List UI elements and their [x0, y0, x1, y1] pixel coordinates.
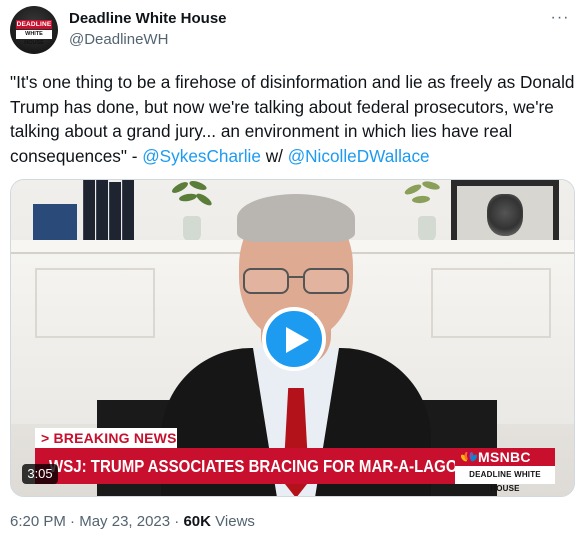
video-scene-object: [33, 204, 77, 242]
network-name: MSNBC: [478, 449, 531, 465]
tweet-header: DEADLINE WHITE HOUSE Deadline White Hous…: [8, 6, 575, 56]
breaking-news-label: > BREAKING NEWS: [41, 430, 177, 446]
video-duration: 3:05: [22, 464, 58, 484]
tweet-time[interactable]: 6:20 PM: [10, 513, 66, 530]
mention-nicolledwallace[interactable]: @NicolleDWallace: [288, 146, 430, 166]
views-label: Views: [211, 513, 255, 530]
author-display-name[interactable]: Deadline White House: [69, 10, 227, 28]
mention-sykescharlie[interactable]: @SykesCharlie: [142, 146, 261, 166]
avatar[interactable]: DEADLINE WHITE HOUSE: [10, 6, 58, 54]
author-handle[interactable]: @DeadlineWH: [69, 30, 227, 50]
tweet-date[interactable]: May 23, 2023: [79, 513, 170, 530]
more-icon[interactable]: ···: [549, 8, 571, 30]
play-icon[interactable]: [262, 307, 326, 371]
video-player[interactable]: > BREAKING NEWS WSJ: TRUMP ASSOCIATES BR…: [10, 179, 575, 497]
author-names: Deadline White House @DeadlineWH: [69, 10, 227, 50]
avatar-logo-top: DEADLINE: [16, 20, 52, 29]
peacock-icon: [461, 451, 477, 462]
video-scene-picture-frame: [451, 180, 559, 248]
tweet-connector: w/: [260, 145, 288, 166]
views-count: 60K: [183, 513, 211, 530]
meta-separator: ·: [170, 513, 184, 530]
avatar-logo-bottom: WHITE HOUSE: [16, 30, 52, 46]
tweet-meta: 6:20 PM · May 23, 2023 · 60K Views: [10, 512, 255, 532]
video-scene-books: [83, 180, 135, 242]
breaking-headline: WSJ: TRUMP ASSOCIATES BRACING FOR MAR-A-…: [49, 456, 555, 476]
meta-separator: ·: [65, 513, 80, 530]
show-name: DEADLINE WHITE HOUSE: [469, 470, 541, 493]
tweet-text: "It's one thing to be a firehose of disi…: [10, 70, 575, 168]
